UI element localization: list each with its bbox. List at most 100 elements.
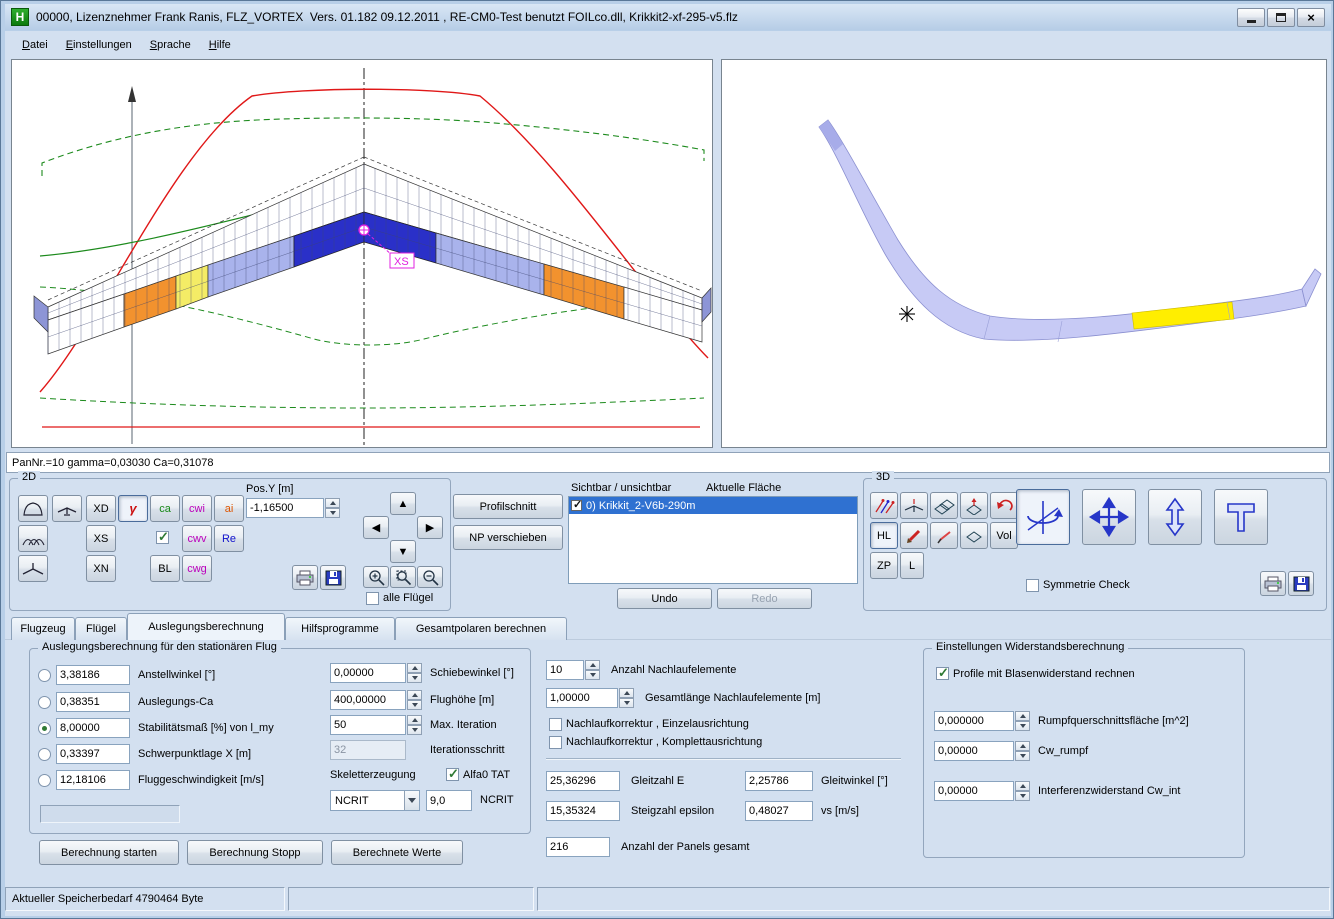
max-iteration-spinner[interactable] — [407, 715, 422, 735]
radio-auslegungs-ca[interactable] — [38, 696, 51, 709]
auslegungs-ca-input[interactable] — [56, 692, 130, 712]
nachlaufelemente-input[interactable] — [546, 660, 584, 680]
spinner-up-button[interactable] — [325, 498, 340, 508]
spinner-down-button[interactable] — [619, 698, 634, 708]
reset-view-button[interactable] — [990, 492, 1018, 519]
menu-hilfe[interactable]: Hilfe — [200, 35, 240, 55]
combobox-dropdown-icon[interactable] — [404, 791, 419, 810]
title-bar[interactable]: H 00000, Lizenznehmer Frank Ranis, FLZ_V… — [5, 4, 1331, 30]
ai-button[interactable]: ai — [214, 495, 244, 522]
pan-up-button[interactable]: ▲ — [390, 492, 416, 515]
cwi-button[interactable]: cwi — [182, 495, 212, 522]
surface-visible-checkbox[interactable] — [571, 500, 582, 511]
cw-int-input[interactable] — [934, 781, 1014, 801]
gleitwinkel-input[interactable] — [745, 771, 813, 791]
zoom-out-button[interactable] — [417, 566, 443, 588]
plane-view-button[interactable] — [52, 495, 82, 522]
radio-stabilitaetsmass[interactable] — [38, 722, 51, 735]
blasenwiderstand-checkbox[interactable] — [936, 667, 949, 680]
xd-button[interactable]: XD — [86, 495, 116, 522]
l-button[interactable]: L — [900, 552, 924, 579]
cw-rumpf-input[interactable] — [934, 741, 1014, 761]
steigzahl-input[interactable] — [546, 801, 620, 821]
spinner-down-button[interactable] — [1015, 751, 1030, 761]
bl-button[interactable]: BL — [150, 555, 180, 582]
pan-left-button[interactable]: ◀ — [363, 516, 389, 539]
spinner-up-button[interactable] — [1015, 741, 1030, 751]
menu-sprache[interactable]: Sprache — [141, 35, 200, 55]
front-view-button[interactable] — [18, 555, 48, 582]
fluggeschwindigkeit-input[interactable] — [56, 770, 130, 790]
ca-button[interactable]: ca — [150, 495, 180, 522]
panel-normal-button[interactable] — [960, 492, 988, 519]
berechnete-werte-button[interactable]: Berechnete Werte — [331, 840, 463, 865]
save-2d-button[interactable] — [320, 565, 346, 590]
nachlauf-laenge-input[interactable] — [546, 688, 618, 708]
spinner-up-button[interactable] — [407, 663, 422, 673]
2d-plot-canvas[interactable]: XS — [11, 59, 713, 448]
close-button[interactable]: × — [1297, 8, 1325, 27]
xn-button[interactable]: XN — [86, 555, 116, 582]
berechnung-starten-button[interactable]: Berechnung starten — [39, 840, 179, 865]
schiebewinkel-input[interactable] — [330, 663, 406, 683]
hl-button[interactable]: HL — [870, 522, 898, 549]
alle-fluegel-checkbox[interactable] — [366, 592, 379, 605]
spinner-down-button[interactable] — [1015, 791, 1030, 801]
berechnung-stopp-button[interactable]: Berechnung Stopp — [187, 840, 323, 865]
cw-int-spinner[interactable] — [1015, 781, 1030, 801]
hangar-view-button[interactable] — [18, 525, 48, 552]
flughoehe-spinner[interactable] — [407, 690, 422, 710]
radio-schwerpunktlage[interactable] — [38, 748, 51, 761]
spinner-up-button[interactable] — [1015, 711, 1030, 721]
pins-view-button[interactable] — [870, 492, 898, 519]
schiebewinkel-spinner[interactable] — [407, 663, 422, 683]
pan-down-button[interactable]: ▼ — [390, 540, 416, 563]
panels-view-button[interactable] — [930, 492, 958, 519]
ca-display-checkbox[interactable] — [156, 531, 169, 544]
surface-listbox[interactable]: 0) Krikkit_2-V6b-290m — [568, 496, 858, 584]
posy-spinner[interactable] — [325, 498, 340, 518]
schwerpunktlage-input[interactable] — [56, 744, 130, 764]
np-verschieben-button[interactable]: NP verschieben — [453, 525, 563, 550]
pan-3d-button[interactable] — [1082, 489, 1136, 545]
gamma-button[interactable]: γ — [118, 495, 148, 522]
vol-button[interactable]: Vol — [990, 522, 1018, 549]
tab-gesamtpolaren[interactable]: Gesamtpolaren berechnen — [395, 617, 567, 640]
posy-input[interactable] — [246, 498, 324, 518]
print-3d-button[interactable] — [1260, 571, 1286, 596]
undo-button[interactable]: Undo — [617, 588, 712, 609]
spinner-down-button[interactable] — [325, 508, 340, 518]
radio-fluggeschwindigkeit[interactable] — [38, 774, 51, 787]
nachlaufelemente-spinner[interactable] — [585, 660, 600, 680]
rotate-3d-button[interactable] — [1016, 489, 1070, 545]
tab-flugzeug[interactable]: Flugzeug — [11, 617, 75, 640]
cwv-button[interactable]: cwv — [182, 525, 212, 552]
rumpfquerschnitt-input[interactable] — [934, 711, 1014, 731]
zoom-3d-button[interactable] — [1148, 489, 1202, 545]
plane-3d-button[interactable] — [900, 492, 928, 519]
pencil-button[interactable] — [900, 522, 928, 549]
gleitzahl-input[interactable] — [546, 771, 620, 791]
save-3d-button[interactable] — [1288, 571, 1314, 596]
spinner-down-button[interactable] — [407, 725, 422, 735]
marker-button[interactable] — [930, 522, 958, 549]
einzelausrichtung-checkbox[interactable] — [549, 718, 562, 731]
rumpfquerschnitt-spinner[interactable] — [1015, 711, 1030, 731]
symmetrie-check-checkbox[interactable] — [1026, 579, 1039, 592]
zoom-in-button[interactable] — [363, 566, 389, 588]
spinner-up-button[interactable] — [585, 660, 600, 670]
anstellwinkel-input[interactable] — [56, 665, 130, 685]
planform-view-button[interactable] — [18, 495, 48, 522]
xs-button[interactable]: XS — [86, 525, 116, 552]
spinner-up-button[interactable] — [1015, 781, 1030, 791]
tab-auslegungsberechnung[interactable]: Auslegungsberechnung — [127, 613, 285, 640]
minimize-button[interactable] — [1237, 8, 1265, 27]
profilschnitt-button[interactable]: Profilschnitt — [453, 494, 563, 519]
radio-anstellwinkel[interactable] — [38, 669, 51, 682]
nachlauf-laenge-spinner[interactable] — [619, 688, 634, 708]
cw-rumpf-spinner[interactable] — [1015, 741, 1030, 761]
tab-hilfsprogramme[interactable]: Hilfsprogramme — [285, 617, 395, 640]
zoom-box-button[interactable] — [390, 566, 416, 588]
menu-datei[interactable]: Datei — [13, 35, 57, 55]
3d-view-canvas[interactable] — [721, 59, 1327, 448]
